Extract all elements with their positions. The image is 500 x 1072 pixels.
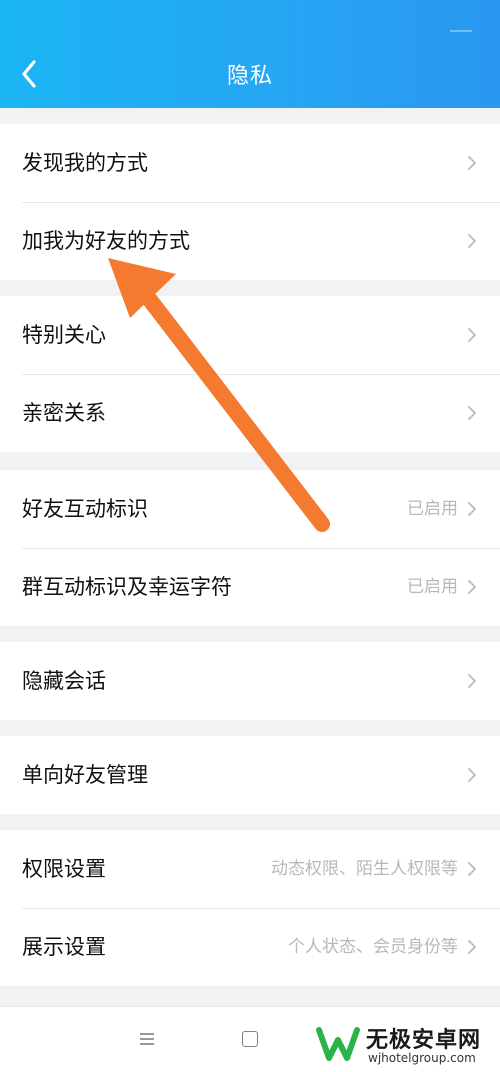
chevron-right-icon bbox=[468, 674, 476, 688]
square-home-icon[interactable] bbox=[242, 1031, 258, 1047]
row-label: 加我为好友的方式 bbox=[22, 229, 190, 253]
page-title: 隐私 bbox=[226, 64, 273, 89]
row-one-way-friend-manage[interactable]: 单向好友管理 bbox=[0, 736, 500, 814]
row-label: 隐藏会话 bbox=[22, 669, 106, 693]
chevron-right-icon bbox=[468, 156, 476, 170]
chevron-right-icon bbox=[468, 328, 476, 342]
app-header: 隐私 bbox=[0, 0, 500, 108]
settings-group-interaction-marks: 好友互动标识 已启用 群互动标识及幸运字符 已启用 bbox=[0, 470, 500, 626]
row-hint-value: 个人状态、会员身份等 bbox=[288, 937, 458, 957]
row-friend-interaction-mark[interactable]: 好友互动标识 已启用 bbox=[0, 470, 500, 548]
chevron-right-icon bbox=[468, 502, 476, 516]
row-special-care[interactable]: 特别关心 bbox=[0, 296, 500, 374]
row-label: 亲密关系 bbox=[22, 401, 106, 425]
row-status-value: 已启用 bbox=[407, 499, 458, 519]
row-discover-me[interactable]: 发现我的方式 bbox=[0, 124, 500, 202]
row-hidden-chat[interactable]: 隐藏会话 bbox=[0, 642, 500, 720]
row-group-interaction-mark[interactable]: 群互动标识及幸运字符 已启用 bbox=[0, 548, 500, 626]
row-permission-settings[interactable]: 权限设置 动态权限、陌生人权限等 bbox=[0, 830, 500, 908]
row-intimate-relation[interactable]: 亲密关系 bbox=[0, 374, 500, 452]
row-label: 群互动标识及幸运字符 bbox=[22, 575, 232, 599]
chevron-right-icon bbox=[468, 580, 476, 594]
row-label: 好友互动标识 bbox=[22, 497, 148, 521]
settings-group-permissions: 权限设置 动态权限、陌生人权限等 展示设置 个人状态、会员身份等 bbox=[0, 830, 500, 986]
row-label: 权限设置 bbox=[22, 857, 106, 881]
row-label: 发现我的方式 bbox=[22, 151, 148, 175]
row-label: 展示设置 bbox=[22, 935, 106, 959]
watermark: 无极安卓网 wjhotelgroup.com bbox=[310, 1018, 500, 1072]
settings-group-relations: 特别关心 亲密关系 bbox=[0, 296, 500, 452]
row-label: 特别关心 bbox=[22, 323, 106, 347]
settings-group-discovery: 发现我的方式 加我为好友的方式 bbox=[0, 124, 500, 280]
row-label: 单向好友管理 bbox=[22, 763, 148, 787]
watermark-title: 无极安卓网 bbox=[366, 1028, 482, 1053]
chevron-right-icon bbox=[468, 862, 476, 876]
settings-group-hidden-chat: 隐藏会话 bbox=[0, 642, 500, 720]
settings-group-one-way: 单向好友管理 bbox=[0, 736, 500, 814]
row-status-value: 已启用 bbox=[407, 577, 458, 597]
watermark-logo-icon bbox=[316, 1027, 360, 1061]
chevron-right-icon bbox=[468, 234, 476, 248]
status-indicator bbox=[450, 30, 472, 32]
chevron-right-icon bbox=[468, 768, 476, 782]
watermark-url: wjhotelgroup.com bbox=[368, 1051, 476, 1065]
row-display-settings[interactable]: 展示设置 个人状态、会员身份等 bbox=[0, 908, 500, 986]
row-hint-value: 动态权限、陌生人权限等 bbox=[271, 859, 458, 879]
chevron-right-icon bbox=[468, 940, 476, 954]
menu-icon[interactable] bbox=[139, 1032, 155, 1046]
row-add-friend-method[interactable]: 加我为好友的方式 bbox=[0, 202, 500, 280]
chevron-right-icon bbox=[468, 406, 476, 420]
